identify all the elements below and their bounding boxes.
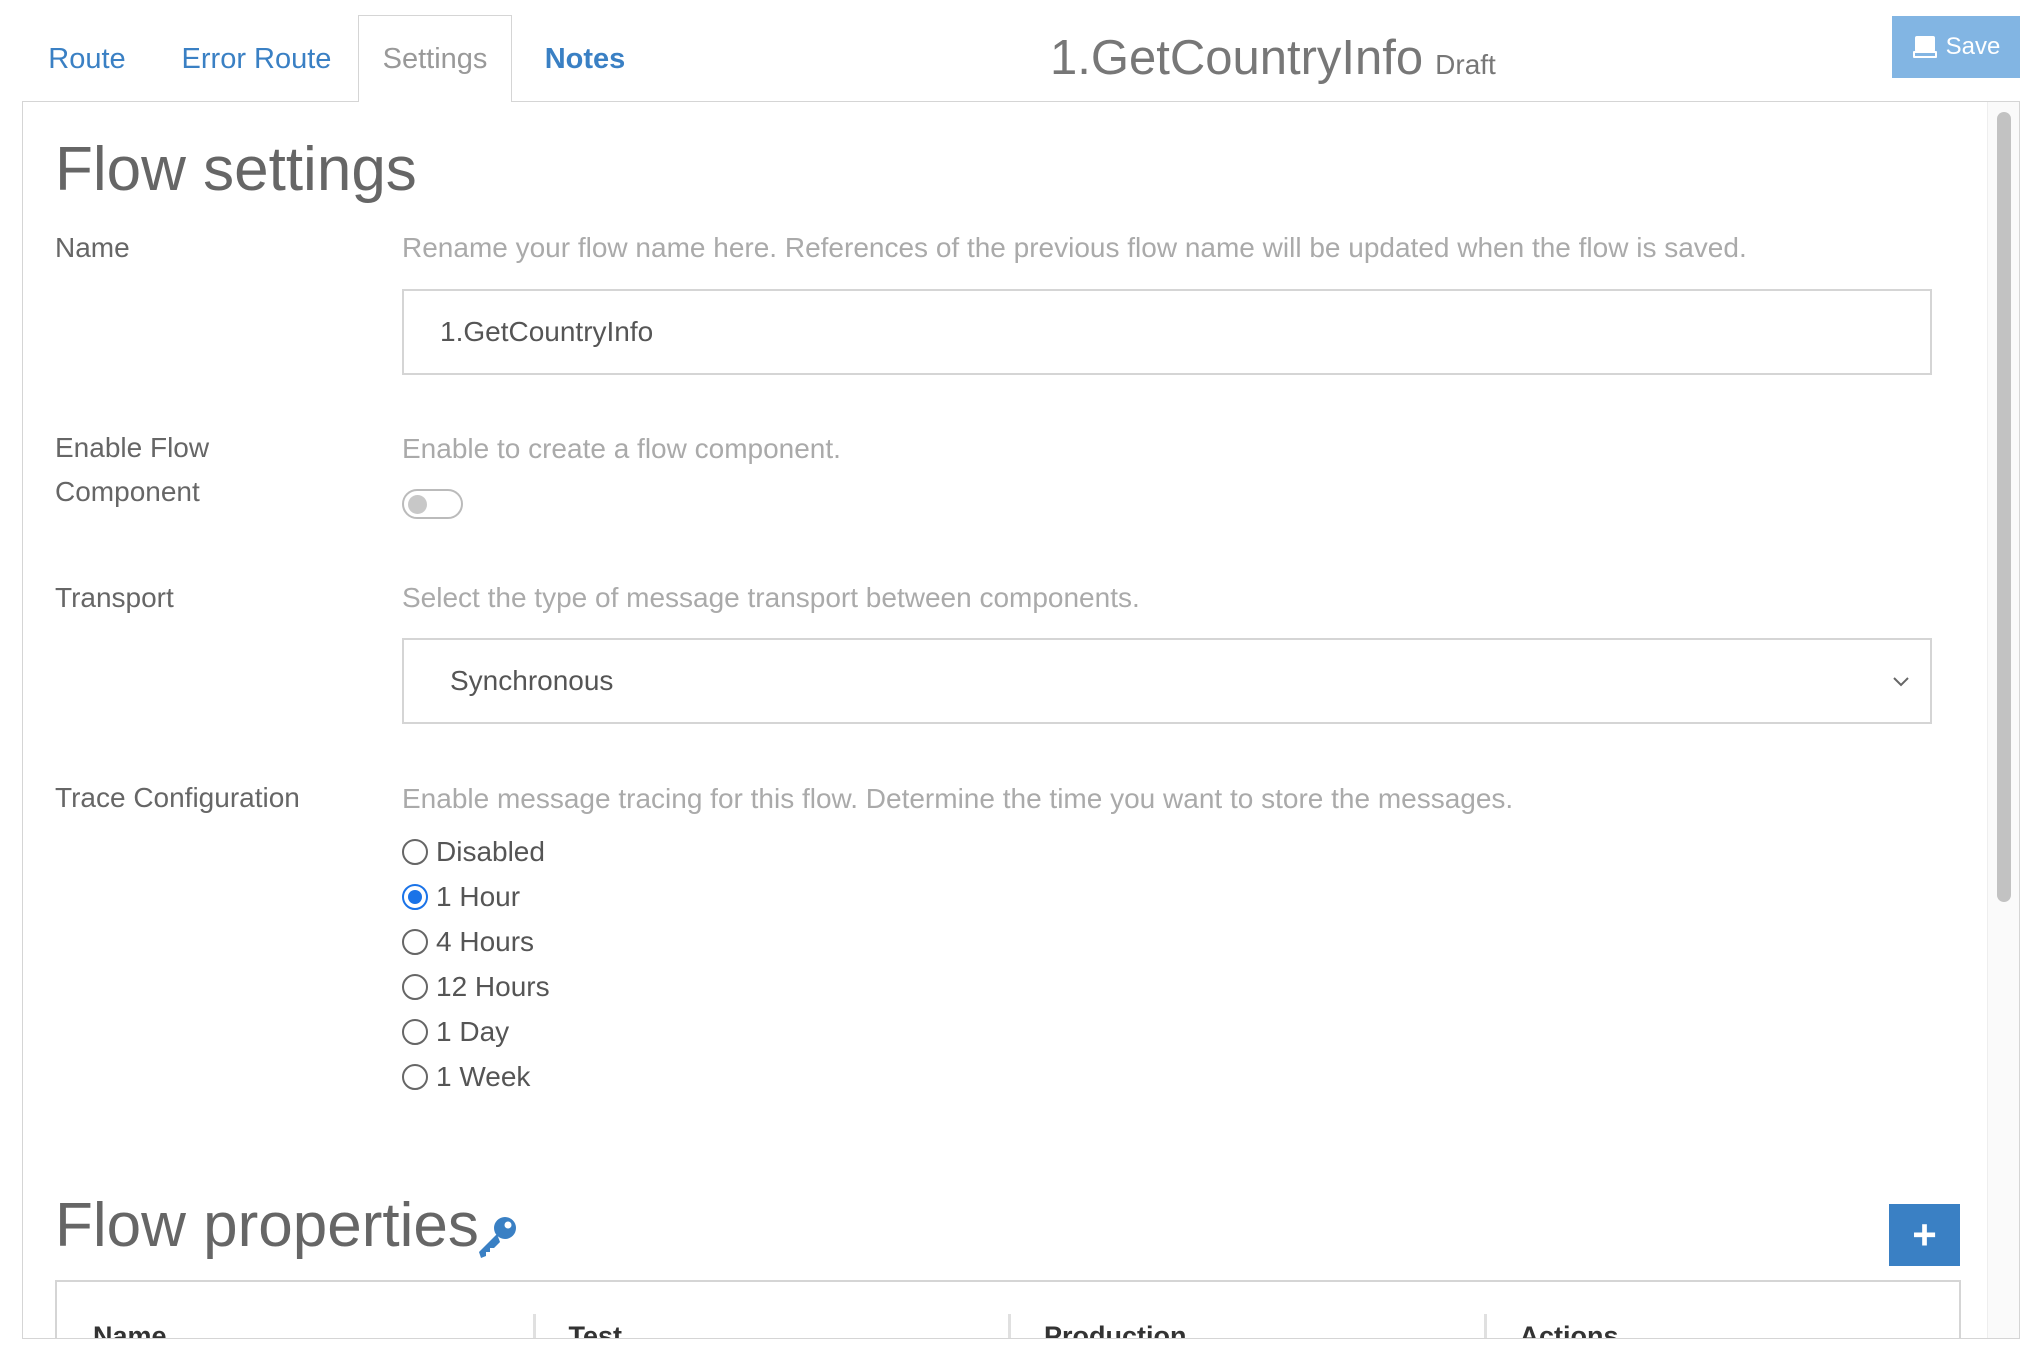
trace-option-1-week[interactable]: 1 Week bbox=[402, 1054, 550, 1099]
column-header-name[interactable]: Name bbox=[57, 1282, 533, 1338]
column-header-production[interactable]: Production bbox=[1008, 1282, 1484, 1338]
save-icon bbox=[1912, 36, 1937, 58]
toggle-knob bbox=[408, 495, 427, 514]
tab-bar: Route Error Route Settings Notes bbox=[22, 15, 658, 102]
key-icon bbox=[479, 1217, 516, 1258]
trace-option-4-hours[interactable]: 4 Hours bbox=[402, 919, 550, 964]
trace-label: Trace Configuration bbox=[55, 782, 300, 813]
app-root: Route Error Route Settings Notes 1.GetCo… bbox=[0, 0, 2040, 1356]
trace-option-1-day[interactable]: 1 Day bbox=[402, 1009, 550, 1054]
flow-name-input[interactable]: 1.GetCountryInfo bbox=[402, 289, 1932, 375]
radio-circle[interactable] bbox=[402, 928, 428, 955]
column-header-test[interactable]: Test bbox=[532, 1282, 1009, 1338]
radio-circle[interactable] bbox=[402, 1063, 428, 1090]
properties-table-header: Name Test Production Actions bbox=[55, 1280, 1961, 1338]
save-label: Save bbox=[1945, 33, 2001, 60]
transport-select[interactable]: Synchronous bbox=[402, 638, 1932, 724]
radio-label: Disabled bbox=[436, 835, 545, 867]
page-title: 1.GetCountryInfo Draft bbox=[1050, 30, 1496, 90]
settings-panel: Flow settings Name Rename your flow name… bbox=[22, 101, 2020, 1339]
trace-option-12-hours[interactable]: 12 Hours bbox=[402, 964, 550, 1009]
enable-component-toggle[interactable] bbox=[402, 489, 463, 519]
radio-label: 4 Hours bbox=[436, 925, 535, 957]
transport-help: Select the type of message transport bet… bbox=[402, 582, 1140, 613]
radio-label: 12 Hours bbox=[436, 970, 550, 1002]
flow-name-value: 1.GetCountryInfo bbox=[440, 316, 654, 347]
trace-option-disabled[interactable]: Disabled bbox=[402, 829, 550, 874]
scrollbar-thumb[interactable] bbox=[1997, 112, 2011, 902]
add-property-button[interactable]: + bbox=[1889, 1204, 1960, 1266]
radio-circle-checked[interactable] bbox=[402, 883, 428, 910]
flow-settings-heading: Flow settings bbox=[55, 135, 417, 204]
flow-properties-heading: Flow properties bbox=[55, 1191, 479, 1260]
radio-circle[interactable] bbox=[402, 973, 428, 1000]
column-header-actions[interactable]: Actions bbox=[1483, 1282, 1960, 1338]
trace-help: Enable message tracing for this flow. De… bbox=[402, 783, 1514, 814]
vertical-scrollbar[interactable] bbox=[1987, 102, 2019, 1338]
flow-title: 1.GetCountryInfo bbox=[1050, 31, 1424, 85]
chevron-down-icon bbox=[1893, 677, 1909, 687]
radio-circle[interactable] bbox=[402, 1018, 428, 1045]
radio-label: 1 Hour bbox=[436, 880, 521, 912]
save-button[interactable]: Save bbox=[1892, 16, 2020, 78]
name-help: Rename your flow name here. References o… bbox=[402, 232, 1747, 263]
radio-label: 1 Day bbox=[436, 1015, 510, 1047]
radio-label: 1 Week bbox=[436, 1060, 531, 1092]
tab-notes[interactable]: Notes bbox=[512, 16, 658, 102]
enable-component-help: Enable to create a flow component. bbox=[402, 433, 841, 464]
trace-option-1-hour[interactable]: 1 Hour bbox=[402, 874, 550, 919]
transport-selected: Synchronous bbox=[450, 665, 614, 696]
name-label: Name bbox=[55, 232, 130, 263]
tab-error-route[interactable]: Error Route bbox=[155, 16, 358, 102]
tab-settings[interactable]: Settings bbox=[358, 15, 512, 102]
radio-circle[interactable] bbox=[402, 838, 428, 865]
trace-radio-group: Disabled 1 Hour 4 Hours 12 Hours 1 Day 1… bbox=[402, 829, 550, 1099]
status-badge: Draft bbox=[1435, 49, 1496, 80]
transport-label: Transport bbox=[55, 582, 174, 613]
enable-component-label: Enable Flow Component bbox=[55, 432, 210, 507]
tab-route[interactable]: Route bbox=[22, 16, 152, 102]
